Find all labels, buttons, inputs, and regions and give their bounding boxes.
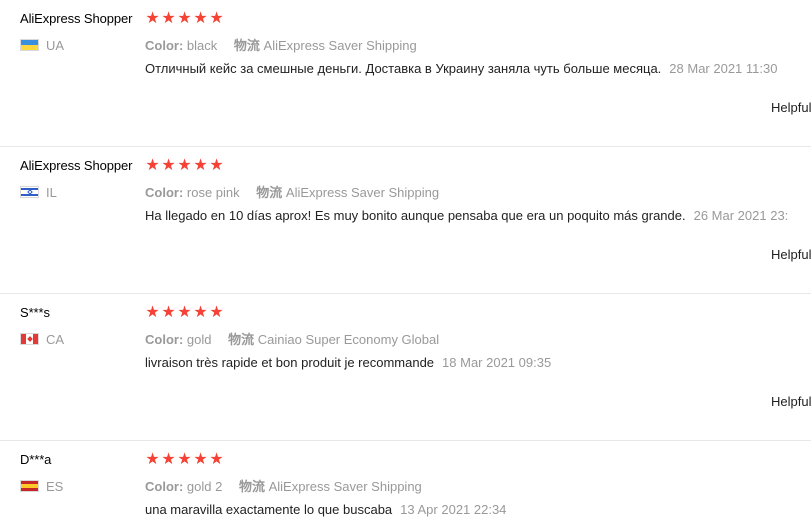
reviewer-country: UA xyxy=(20,37,64,53)
review-text-line: Ha llegado en 10 días aprox! Es muy boni… xyxy=(145,208,788,223)
star-icon: ★ xyxy=(209,10,224,27)
country-code: CA xyxy=(46,331,65,347)
review-list: AliExpress Shopper UA ★ ★ ★ ★ ★ Color: b… xyxy=(0,0,811,528)
color-label: Color: xyxy=(145,185,184,200)
flag-spain-icon xyxy=(20,480,39,492)
review-text: Отличный кейс за смешные деньги. Доставк… xyxy=(145,61,662,76)
flag-ukraine-icon xyxy=(20,39,39,51)
star-icon: ★ xyxy=(177,451,192,468)
helpful-button[interactable]: Helpful xyxy=(771,394,811,409)
reviewer-country: IL xyxy=(20,184,57,200)
flag-canada-icon xyxy=(20,333,39,345)
review-text: livraison très rapide et bon produit je … xyxy=(145,355,435,370)
star-rating: ★ ★ ★ ★ ★ xyxy=(145,451,224,469)
flag-israel-icon xyxy=(20,186,39,198)
review-sku-info: Color: gold 物流 Cainiao Super Economy Glo… xyxy=(145,329,439,348)
star-icon: ★ xyxy=(145,157,160,174)
color-value: black xyxy=(186,38,218,53)
reviewer-name: AliExpress Shopper xyxy=(20,11,133,26)
star-icon: ★ xyxy=(193,304,208,321)
star-icon: ★ xyxy=(209,157,224,174)
review-item: AliExpress Shopper IL ★ ★ ★ ★ ★ Color: r… xyxy=(0,147,811,294)
star-icon: ★ xyxy=(193,10,208,27)
star-icon: ★ xyxy=(177,304,192,321)
star-icon: ★ xyxy=(209,451,224,468)
review-text: Ha llegado en 10 días aprox! Es muy boni… xyxy=(145,208,686,223)
star-icon: ★ xyxy=(193,451,208,468)
color-value: rose pink xyxy=(186,185,240,200)
shipping-value: AliExpress Saver Shipping xyxy=(268,479,422,494)
review-date: 18 Mar 2021 09:35 xyxy=(442,355,552,370)
star-rating: ★ ★ ★ ★ ★ xyxy=(145,304,224,322)
reviewer-name: D***a xyxy=(20,452,52,467)
helpful-button[interactable]: Helpful xyxy=(771,100,811,115)
star-icon: ★ xyxy=(145,304,160,321)
star-icon: ★ xyxy=(193,157,208,174)
shipping-label: 物流 xyxy=(233,38,260,53)
shipping-label: 物流 xyxy=(238,479,265,494)
review-text-line: Отличный кейс за смешные деньги. Доставк… xyxy=(145,61,777,76)
reviewer-name: S***s xyxy=(20,305,50,320)
reviewer-name: AliExpress Shopper xyxy=(20,158,133,173)
color-value: gold xyxy=(186,332,212,347)
review-text-line: una maravilla exactamente lo que buscaba… xyxy=(145,502,506,517)
star-rating: ★ ★ ★ ★ ★ xyxy=(145,10,224,28)
review-item: D***a ES ★ ★ ★ ★ ★ Color: gold 2 物流 AliE… xyxy=(0,441,811,528)
color-value: gold 2 xyxy=(186,479,223,494)
reviewer-country: CA xyxy=(20,331,64,347)
review-sku-info: Color: gold 2 物流 AliExpress Saver Shippi… xyxy=(145,476,422,495)
shipping-value: AliExpress Saver Shipping xyxy=(285,185,440,200)
color-label: Color: xyxy=(145,332,184,347)
review-date: 13 Apr 2021 22:34 xyxy=(400,502,507,517)
star-icon: ★ xyxy=(145,10,160,27)
star-rating: ★ ★ ★ ★ ★ xyxy=(145,157,224,175)
color-label: Color: xyxy=(145,38,184,53)
shipping-value: AliExpress Saver Shipping xyxy=(263,38,417,53)
review-date: 26 Mar 2021 23: xyxy=(693,208,789,223)
star-icon: ★ xyxy=(177,10,192,27)
review-date: 28 Mar 2021 11:30 xyxy=(669,61,778,76)
shipping-label: 物流 xyxy=(256,185,283,200)
review-item: S***s CA ★ ★ ★ ★ ★ Color: gold 物流 Cainia… xyxy=(0,294,811,441)
shipping-label: 物流 xyxy=(228,332,255,347)
country-code: ES xyxy=(46,478,64,494)
star-icon: ★ xyxy=(209,304,224,321)
star-icon: ★ xyxy=(145,451,160,468)
color-label: Color: xyxy=(145,479,184,494)
country-code: IL xyxy=(46,184,57,200)
shipping-value: Cainiao Super Economy Global xyxy=(257,332,440,347)
review-text-line: livraison très rapide et bon produit je … xyxy=(145,355,551,370)
review-sku-info: Color: rose pink 物流 AliExpress Saver Shi… xyxy=(145,182,439,201)
review-item: AliExpress Shopper UA ★ ★ ★ ★ ★ Color: b… xyxy=(0,0,811,147)
star-icon: ★ xyxy=(161,157,176,174)
reviewer-country: ES xyxy=(20,478,63,494)
review-sku-info: Color: black 物流 AliExpress Saver Shippin… xyxy=(145,35,417,54)
country-code: UA xyxy=(46,37,65,53)
review-text: una maravilla exactamente lo que buscaba xyxy=(145,502,393,517)
helpful-button[interactable]: Helpful xyxy=(771,247,811,262)
star-icon: ★ xyxy=(177,157,192,174)
star-icon: ★ xyxy=(161,451,176,468)
star-icon: ★ xyxy=(161,304,176,321)
star-icon: ★ xyxy=(161,10,176,27)
